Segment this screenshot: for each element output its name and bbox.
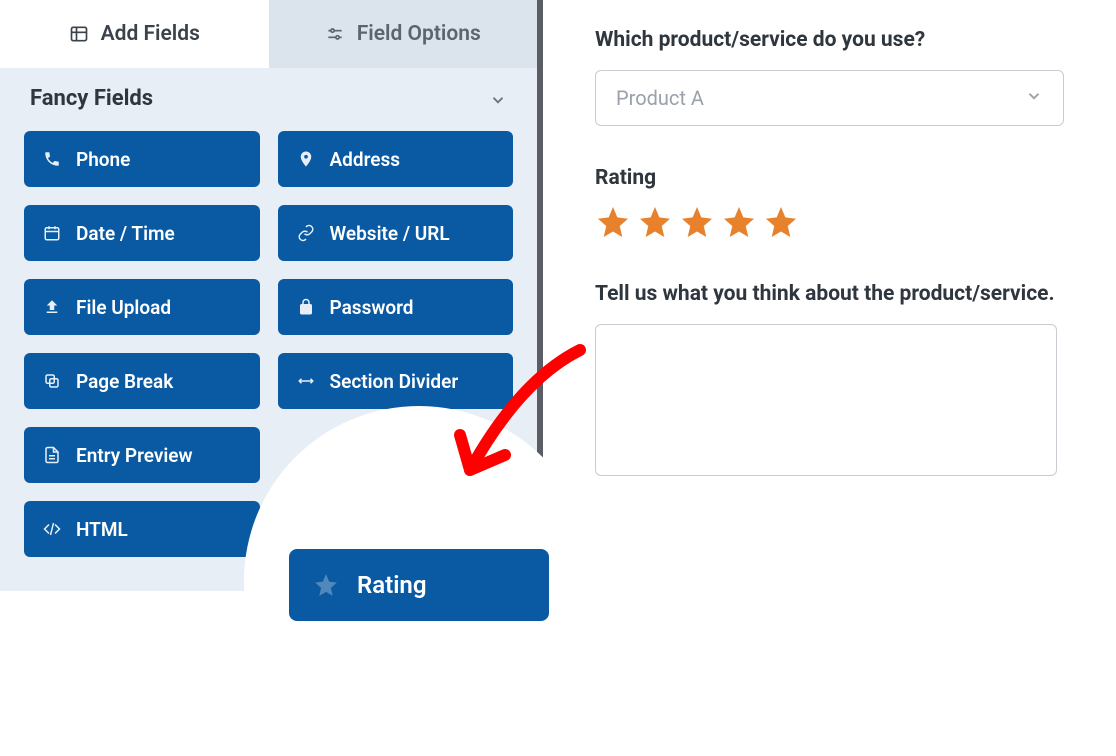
field-phone[interactable]: Phone xyxy=(24,131,260,187)
field-html-label: HTML xyxy=(76,518,128,541)
form-fields-icon xyxy=(69,24,89,44)
star-icon xyxy=(313,572,339,598)
field-address-label: Address xyxy=(330,148,401,171)
lock-icon xyxy=(296,297,316,317)
pin-icon xyxy=(296,149,316,169)
field-address[interactable]: Address xyxy=(278,131,514,187)
link-icon xyxy=(296,223,316,243)
field-html[interactable]: HTML xyxy=(24,501,260,557)
product-select[interactable]: Product A xyxy=(595,70,1064,126)
chevron-down-icon xyxy=(1025,86,1043,110)
tab-add-fields-label: Add Fields xyxy=(101,22,200,46)
field-phone-label: Phone xyxy=(76,148,130,171)
tabs-bar: Add Fields Field Options xyxy=(0,0,537,68)
field-datetime[interactable]: Date / Time xyxy=(24,205,260,261)
upload-icon xyxy=(42,297,62,317)
section-header-fancy[interactable]: Fancy Fields xyxy=(0,68,537,121)
field-website-label: Website / URL xyxy=(330,222,450,245)
code-icon xyxy=(42,519,62,539)
sliders-icon xyxy=(325,24,345,44)
star-icon[interactable] xyxy=(637,204,673,240)
calendar-icon xyxy=(42,223,62,243)
field-rating-label: Rating xyxy=(357,571,427,599)
field-password[interactable]: Password xyxy=(278,279,514,335)
rating-stars[interactable] xyxy=(595,204,1064,240)
field-pagebreak[interactable]: Page Break xyxy=(24,353,260,409)
star-icon[interactable] xyxy=(595,204,631,240)
question-feedback-label: Tell us what you think about the product… xyxy=(595,282,1064,306)
phone-icon xyxy=(42,149,62,169)
star-icon[interactable] xyxy=(679,204,715,240)
arrows-horizontal-icon xyxy=(296,371,316,391)
field-entry[interactable]: Entry Preview xyxy=(24,427,260,483)
question-rating-label: Rating xyxy=(595,166,1064,190)
field-section-label: Section Divider xyxy=(330,370,459,393)
copy-icon xyxy=(42,371,62,391)
chevron-down-icon xyxy=(489,90,507,108)
section-title: Fancy Fields xyxy=(30,86,153,111)
field-password-label: Password xyxy=(330,296,414,319)
feedback-textarea[interactable] xyxy=(595,324,1057,476)
field-rating-highlighted[interactable]: Rating xyxy=(289,549,549,621)
field-website[interactable]: Website / URL xyxy=(278,205,514,261)
star-icon[interactable] xyxy=(721,204,757,240)
field-entry-label: Entry Preview xyxy=(76,444,193,467)
form-preview: Which product/service do you use? Produc… xyxy=(543,0,1116,591)
field-upload-label: File Upload xyxy=(76,296,171,319)
field-upload[interactable]: File Upload xyxy=(24,279,260,335)
product-select-value: Product A xyxy=(616,86,704,110)
document-icon xyxy=(42,445,62,465)
question-product-label: Which product/service do you use? xyxy=(595,28,1064,52)
tab-add-fields[interactable]: Add Fields xyxy=(0,0,269,68)
tab-field-options-label: Field Options xyxy=(357,22,481,46)
highlight-circle: Rating xyxy=(244,406,594,756)
field-datetime-label: Date / Time xyxy=(76,222,175,245)
field-pagebreak-label: Page Break xyxy=(76,370,173,393)
star-icon[interactable] xyxy=(763,204,799,240)
tab-field-options[interactable]: Field Options xyxy=(269,0,538,68)
field-section[interactable]: Section Divider xyxy=(278,353,514,409)
